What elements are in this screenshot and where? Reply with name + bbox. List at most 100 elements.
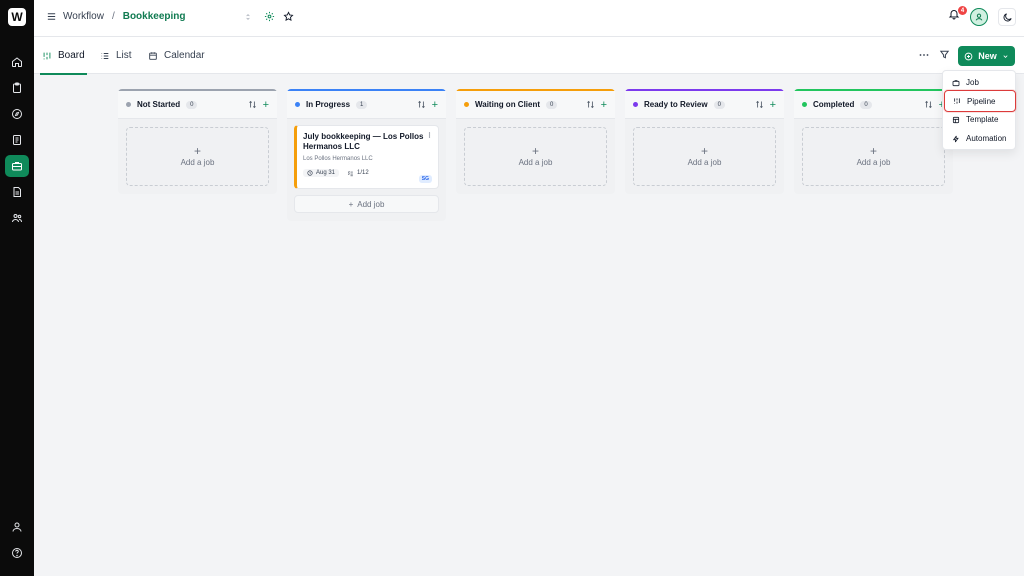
sort-icon[interactable]	[586, 100, 595, 109]
home-icon[interactable]	[5, 51, 29, 73]
profile-icon[interactable]	[5, 516, 29, 538]
add-job-placeholder[interactable]: + Add a job	[126, 127, 269, 186]
status-dot	[295, 102, 300, 107]
plus-icon: +	[348, 199, 354, 209]
add-job-placeholder[interactable]: + Add a job	[802, 127, 945, 186]
plus-icon: +	[531, 144, 539, 158]
tab-list[interactable]: List	[100, 37, 132, 74]
column-count: 0	[186, 100, 198, 109]
status-dot	[126, 102, 131, 107]
menu-item-automation[interactable]: Automation	[947, 130, 1013, 147]
task-count: 1/12	[357, 170, 369, 176]
document-list-icon[interactable]	[5, 129, 29, 151]
help-icon[interactable]	[5, 542, 29, 564]
briefcase-icon[interactable]	[5, 155, 29, 177]
add-column-job-icon[interactable]: +	[601, 99, 607, 111]
moon-icon	[1002, 12, 1013, 23]
chevron-down-icon	[1002, 53, 1009, 60]
tab-label: Calendar	[164, 50, 205, 61]
sort-icon[interactable]	[755, 100, 764, 109]
add-job-placeholder[interactable]: + Add a job	[633, 127, 776, 186]
menu-item-label: Template	[966, 115, 999, 124]
add-job-button[interactable]: + Add job	[294, 195, 439, 213]
column-title: Completed	[813, 100, 855, 109]
more-options-icon[interactable]	[918, 49, 930, 61]
add-job-label: Add a job	[856, 158, 891, 167]
job-client: Los Pollos Hermanos LLC	[303, 156, 373, 162]
column-title: Ready to Review	[644, 100, 708, 109]
column-count: 1	[356, 100, 368, 109]
theme-toggle[interactable]	[998, 8, 1016, 26]
file-icon[interactable]	[5, 181, 29, 203]
job-meta: Aug 31 1/12	[303, 169, 432, 177]
menu-item-label: Job	[966, 78, 979, 87]
menu-icon[interactable]	[46, 11, 57, 22]
column-header: Waiting on Client 0 +	[456, 91, 615, 119]
column-header: Completed 0 +	[794, 91, 953, 119]
add-job-label: Add a job	[687, 158, 722, 167]
column-header: Not Started 0 +	[118, 91, 277, 119]
column-count: 0	[546, 100, 558, 109]
filter-icon[interactable]	[939, 49, 950, 60]
add-column-job-icon[interactable]: +	[432, 99, 438, 111]
app-logo[interactable]: W	[8, 8, 26, 26]
card-menu-icon[interactable]	[426, 131, 433, 139]
board-icon	[42, 51, 52, 61]
column-ready-to-review: Ready to Review 0 + + Add a job	[625, 89, 784, 194]
breadcrumb-separator: /	[111, 11, 115, 22]
template-icon	[952, 116, 960, 124]
menu-item-pipeline[interactable]: Pipeline	[944, 90, 1016, 112]
sort-icon[interactable]	[924, 100, 933, 109]
sort-icon[interactable]	[248, 100, 257, 109]
job-card[interactable]: July bookkeeping — Los Pollos Hermanos L…	[294, 125, 439, 189]
briefcase-icon	[952, 79, 960, 87]
breadcrumb: Workflow / Bookkeeping	[46, 11, 294, 22]
tab-board[interactable]: Board	[40, 37, 87, 75]
pipeline-switcher-icon[interactable]	[244, 12, 252, 22]
menu-item-template[interactable]: Template	[947, 111, 1013, 128]
menu-item-label: Pipeline	[967, 96, 996, 106]
column-title: In Progress	[306, 100, 351, 109]
menu-item-label: Automation	[966, 134, 1007, 143]
status-dot	[802, 102, 807, 107]
top-bar: Workflow / Bookkeeping 4	[34, 0, 1024, 37]
calendar-icon	[148, 51, 158, 61]
add-job-placeholder[interactable]: + Add a job	[464, 127, 607, 186]
status-dot	[464, 102, 469, 107]
add-column-job-icon[interactable]: +	[263, 99, 269, 111]
new-button[interactable]: New	[958, 46, 1015, 66]
breadcrumb-workspace[interactable]: Workflow	[63, 11, 104, 22]
task-progress: 1/12	[347, 170, 369, 177]
notification-count-badge: 4	[958, 6, 967, 15]
column-title: Waiting on Client	[475, 100, 541, 109]
job-title: July bookkeeping — Los Pollos Hermanos L…	[303, 132, 424, 151]
sort-icon[interactable]	[417, 100, 426, 109]
pipeline-icon	[953, 97, 961, 105]
column-title: Not Started	[137, 100, 181, 109]
list-icon	[100, 51, 110, 61]
checklist-icon	[347, 170, 354, 177]
assignee-badge[interactable]: SG	[418, 175, 432, 183]
tab-calendar[interactable]: Calendar	[148, 37, 205, 74]
column-completed: Completed 0 + + Add a job	[794, 89, 953, 194]
menu-item-job[interactable]: Job	[947, 74, 1013, 91]
column-count: 0	[860, 100, 872, 109]
compass-icon[interactable]	[5, 103, 29, 125]
notifications-button[interactable]: 4	[948, 6, 967, 20]
column-header: Ready to Review 0 +	[625, 91, 784, 119]
column-waiting-on-client: Waiting on Client 0 + + Add a job	[456, 89, 615, 194]
tab-label: List	[116, 50, 132, 61]
plus-circle-icon	[964, 52, 973, 61]
star-icon[interactable]	[283, 11, 294, 22]
users-icon[interactable]	[5, 207, 29, 229]
due-date-chip: Aug 31	[303, 169, 340, 177]
clipboard-icon[interactable]	[5, 77, 29, 99]
add-column-job-icon[interactable]: +	[770, 99, 776, 111]
gear-icon[interactable]	[264, 11, 275, 22]
plus-icon: +	[193, 144, 201, 158]
account-button[interactable]	[970, 8, 988, 26]
avatar	[970, 8, 988, 26]
breadcrumb-pipeline[interactable]: Bookkeeping	[123, 11, 186, 22]
clock-icon	[307, 170, 313, 176]
column-count: 0	[713, 100, 725, 109]
